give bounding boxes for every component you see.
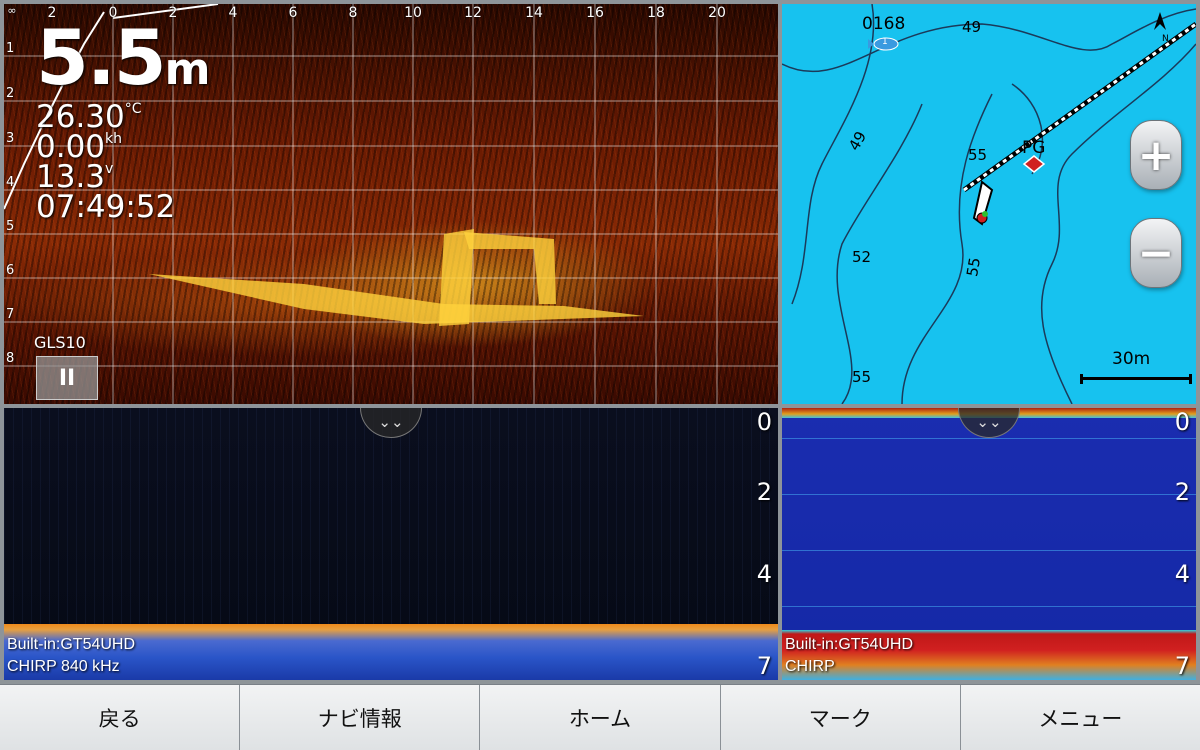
depth-tick: 7 xyxy=(756,652,772,680)
depth-tick: 2 xyxy=(1174,478,1190,506)
range-tick-inf: ∞ xyxy=(7,4,17,17)
depth-tick: 2 xyxy=(6,86,15,101)
zoom-out-button[interactable]: − xyxy=(1130,218,1182,288)
menu-button[interactable]: メニュー xyxy=(961,685,1200,750)
depth-contour-label: 55 xyxy=(852,368,872,386)
mark-icon xyxy=(1022,155,1046,173)
back-button[interactable]: 戻る xyxy=(0,685,241,750)
depth-contour-label: 55 xyxy=(963,256,985,278)
depth-tick: 4 xyxy=(6,175,15,190)
range-tick: 2 xyxy=(168,5,178,21)
range-tick: 6 xyxy=(288,5,298,21)
mark-button[interactable]: マーク xyxy=(721,685,961,750)
range-tick: 16 xyxy=(586,5,604,21)
home-button[interactable]: ホーム xyxy=(480,685,721,750)
bottom-menu-bar: 戻る ナビ情報 ホーム マーク メニュー xyxy=(0,684,1200,750)
voltage-unit: v xyxy=(105,161,114,177)
transducer-frequency: CHIRP xyxy=(785,658,835,675)
clearvu-sonar-panel[interactable]: ⌄⌄ 0 2 4 7 Built-in:GT54UHD CHIRP 840 kH… xyxy=(4,408,778,680)
speed-unit: kh xyxy=(105,131,123,147)
depth-contour-label: 52 xyxy=(852,248,872,266)
depth-tick: 5 xyxy=(6,219,15,234)
depth-tick: 0 xyxy=(1174,408,1190,436)
range-tick: 12 xyxy=(464,5,482,21)
clearvu-water xyxy=(4,408,778,634)
depth-tick: 7 xyxy=(6,307,15,322)
depth-tick: 4 xyxy=(1174,560,1190,588)
north-label: N xyxy=(1162,34,1169,44)
range-tick: 14 xyxy=(525,5,543,21)
waypoint-marker: 1 xyxy=(882,37,888,47)
depth-contour-label: 49 xyxy=(962,18,982,36)
depth-tick: 3 xyxy=(6,131,15,146)
waypoint-number: 0168 xyxy=(862,14,906,34)
depth-tick: 7 xyxy=(1174,652,1190,680)
livescope-panel[interactable]: ∞ 2 0 2 4 6 8 10 12 14 16 18 20 1 2 3 4 … xyxy=(4,4,778,404)
transducer-source: Built-in:GT54UHD xyxy=(785,636,914,653)
depth-unit: m xyxy=(164,44,211,95)
depth-value: 5.5 xyxy=(36,13,167,102)
fishfinder-screen: ∞ 2 0 2 4 6 8 10 12 14 16 18 20 1 2 3 4 … xyxy=(0,0,1200,750)
depth-readout: 5.5m xyxy=(36,20,211,96)
mark-label: PG xyxy=(1022,138,1046,158)
depth-tick: 1 xyxy=(6,41,15,56)
zoom-in-button[interactable]: + xyxy=(1130,120,1182,190)
depth-tick: 0 xyxy=(756,408,772,436)
range-tick: 20 xyxy=(708,5,726,21)
nav-info-button[interactable]: ナビ情報 xyxy=(240,685,481,750)
depth-contour-label: 55 xyxy=(968,146,988,164)
transducer-source: Built-in:GT54UHD xyxy=(7,636,136,653)
depth-tick: 6 xyxy=(6,263,15,278)
scale-label: 30m xyxy=(1112,349,1151,369)
traditional-sonar-panel[interactable]: ⌄⌄ 0 2 4 7 Built-in:GT54UHD CHIRP xyxy=(782,408,1196,680)
depth-tick: 4 xyxy=(756,560,772,588)
chart-map xyxy=(782,4,1196,404)
range-tick: 10 xyxy=(404,5,422,21)
depth-tick: 2 xyxy=(756,478,772,506)
depth-tick: 8 xyxy=(6,351,15,366)
range-tick: 18 xyxy=(647,5,665,21)
transducer-label: GLS10 xyxy=(34,333,86,352)
navigation-chart[interactable]: 0168 1 PG N 49 49 55 52 55 55 + − 30m xyxy=(782,4,1196,404)
pause-button[interactable]: II xyxy=(36,356,98,400)
clock-readout: 07:49:52 xyxy=(36,189,176,225)
range-tick: 4 xyxy=(228,5,238,21)
scale-bar xyxy=(1080,374,1192,384)
temperature-unit: °C xyxy=(124,101,142,117)
boat-icon xyxy=(972,180,994,226)
transducer-frequency: CHIRP 840 kHz xyxy=(7,658,120,675)
range-tick: 8 xyxy=(348,5,358,21)
